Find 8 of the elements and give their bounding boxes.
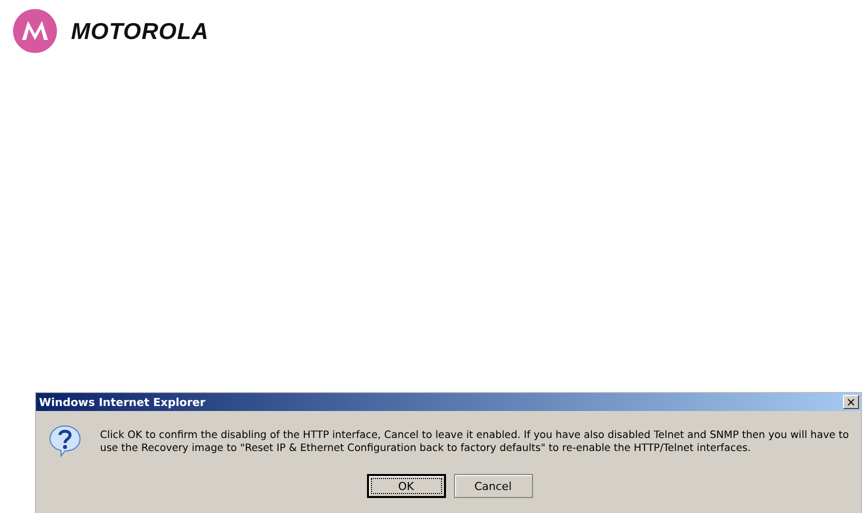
window-title: Windows Internet Explorer: [39, 396, 206, 408]
close-button[interactable]: ×: [843, 395, 859, 409]
dialog-button[interactable]: Cancel: [454, 474, 532, 498]
question-icon: [48, 424, 82, 458]
dialog-button[interactable]: OK: [366, 474, 446, 498]
dialog-message: Click OK to confirm the disabling of the HTTP interface, Cancel to leave it enabled. If you have also disabled Telnet and SNMP then you will have to use the Recovery image to "Reset IP & Ethernet Configuration back to factory defaults" to re-enable the HTTP/Telnet interfaces.: [100, 429, 850, 456]
logo-icon: [13, 9, 57, 53]
logo-text: MOTOROLA: [71, 18, 209, 44]
